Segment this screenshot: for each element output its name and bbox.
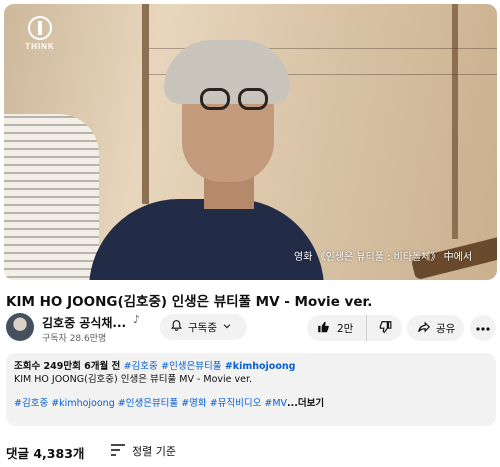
description-box[interactable]: 조회수 249만회 6개월 전 #김호중 #인생은뷰티풀 #kimhojoong… xyxy=(6,353,496,426)
share-icon xyxy=(417,320,431,337)
hashtag-link[interactable]: #김호중 xyxy=(124,361,158,372)
description-text: KIM HO JOONG(김호중) 인생은 뷰티풀 MV - Movie ver… xyxy=(14,374,253,385)
pole xyxy=(142,4,149,204)
show-more-link[interactable]: ...더보기 xyxy=(287,398,324,409)
more-actions-button[interactable] xyxy=(470,315,496,341)
video-caption: 영화 《인생은 뷰티풀 : 비타돌체》 中에서 xyxy=(294,252,473,263)
sort-icon xyxy=(110,443,126,459)
pole xyxy=(452,4,458,239)
hashtag-link[interactable]: #인생은뷰티풀 xyxy=(161,361,221,372)
like-button[interactable]: 2만 xyxy=(307,315,367,341)
description-hashtags: #김호중 #kimhojoong #인생은뷰티풀 #영화 #뮤직비디오 #MV.… xyxy=(14,397,488,410)
hashtag-link[interactable]: #영화 xyxy=(181,398,206,409)
glasses-right xyxy=(238,88,268,110)
person-left xyxy=(4,114,99,280)
upload-age: 6개월 전 xyxy=(84,361,121,372)
hashtag-link[interactable]: #뮤직비디오 xyxy=(210,398,262,409)
share-label: 공유 xyxy=(436,322,456,335)
watermark-text: THINK xyxy=(25,42,55,51)
thumbs-up-icon xyxy=(317,320,331,337)
person-body xyxy=(89,199,324,280)
dislike-button[interactable] xyxy=(367,315,402,341)
sort-button[interactable]: 정렬 기준 xyxy=(110,443,176,459)
hashtag-link[interactable]: #kimhojoong xyxy=(51,398,115,409)
share-button[interactable]: 공유 xyxy=(407,315,464,341)
glasses-left xyxy=(200,88,230,110)
channel-name[interactable]: 김호중 공식채... xyxy=(42,314,126,331)
thumbs-down-icon xyxy=(378,320,392,337)
subscribe-button[interactable]: 구독중 xyxy=(160,314,247,340)
video-title: KIM HO JOONG(김호중) 인생은 뷰티풀 MV - Movie ver… xyxy=(6,294,373,310)
channel-avatar[interactable] xyxy=(6,313,34,341)
watermark-logo-icon xyxy=(28,16,52,40)
channel-watermark: THINK xyxy=(22,16,58,51)
hashtag-link[interactable]: #인생은뷰티풀 xyxy=(118,398,178,409)
bell-icon xyxy=(170,319,183,335)
description-meta: 조회수 249만회 6개월 전 #김호중 #인생은뷰티풀 #kimhojoong xyxy=(14,360,488,373)
hashtag-link[interactable]: #kimhojoong xyxy=(225,361,296,372)
video-player[interactable]: THINK 영화 《인생은 뷰티풀 : 비타돌체》 中에서 xyxy=(4,4,497,280)
hashtag-link[interactable]: #MV xyxy=(264,398,287,409)
music-note-icon: ♪ xyxy=(133,313,141,326)
subscribe-label: 구독중 xyxy=(188,321,217,334)
subscriber-count: 구독자 28.6만명 xyxy=(42,334,107,344)
chevron-down-icon xyxy=(222,321,232,334)
sort-label: 정렬 기준 xyxy=(132,445,176,458)
more-icon xyxy=(476,322,490,334)
comments-count: 댓글 4,383개 xyxy=(6,446,85,461)
view-count: 조회수 249만회 xyxy=(14,361,81,372)
like-dislike-group: 2만 xyxy=(307,315,402,341)
hashtag-link[interactable]: #김호중 xyxy=(14,398,48,409)
like-count: 2만 xyxy=(337,322,354,335)
